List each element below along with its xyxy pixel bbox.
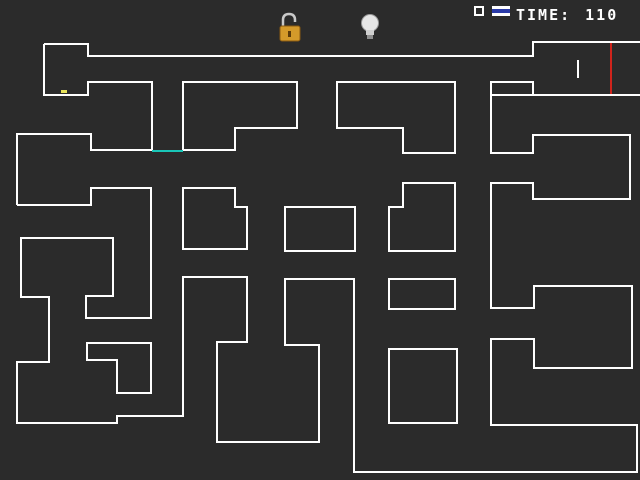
maze xyxy=(16,12,640,473)
wall-block-e xyxy=(284,206,356,252)
wall-block-b xyxy=(336,81,456,154)
wall-top-corridor xyxy=(44,41,640,57)
wall-right-top xyxy=(532,82,640,96)
flag-icon xyxy=(492,6,510,16)
player xyxy=(61,90,67,93)
wall-block-d xyxy=(182,187,248,250)
wall-block-h xyxy=(388,348,458,424)
wall-left-upper xyxy=(16,133,152,205)
hud-timer: TIME: 110 xyxy=(516,6,618,24)
wall-left-upper-2 xyxy=(16,95,638,473)
wall-block-a xyxy=(182,81,298,151)
time-value: 110 xyxy=(585,6,619,24)
wall-block-g xyxy=(388,278,456,310)
hud-inventory xyxy=(474,6,510,16)
lightbulb-icon xyxy=(361,14,379,39)
maze-walls xyxy=(16,41,640,473)
ring-icon xyxy=(474,6,484,16)
open-padlock-icon xyxy=(279,12,301,42)
wall-block-f xyxy=(388,182,456,252)
wall-block-c xyxy=(490,81,534,96)
wall-block-c2 xyxy=(490,81,534,96)
wall-block-i xyxy=(86,342,152,394)
time-label: TIME: xyxy=(516,6,572,24)
game-screen: TIME: 110 xyxy=(0,0,640,480)
